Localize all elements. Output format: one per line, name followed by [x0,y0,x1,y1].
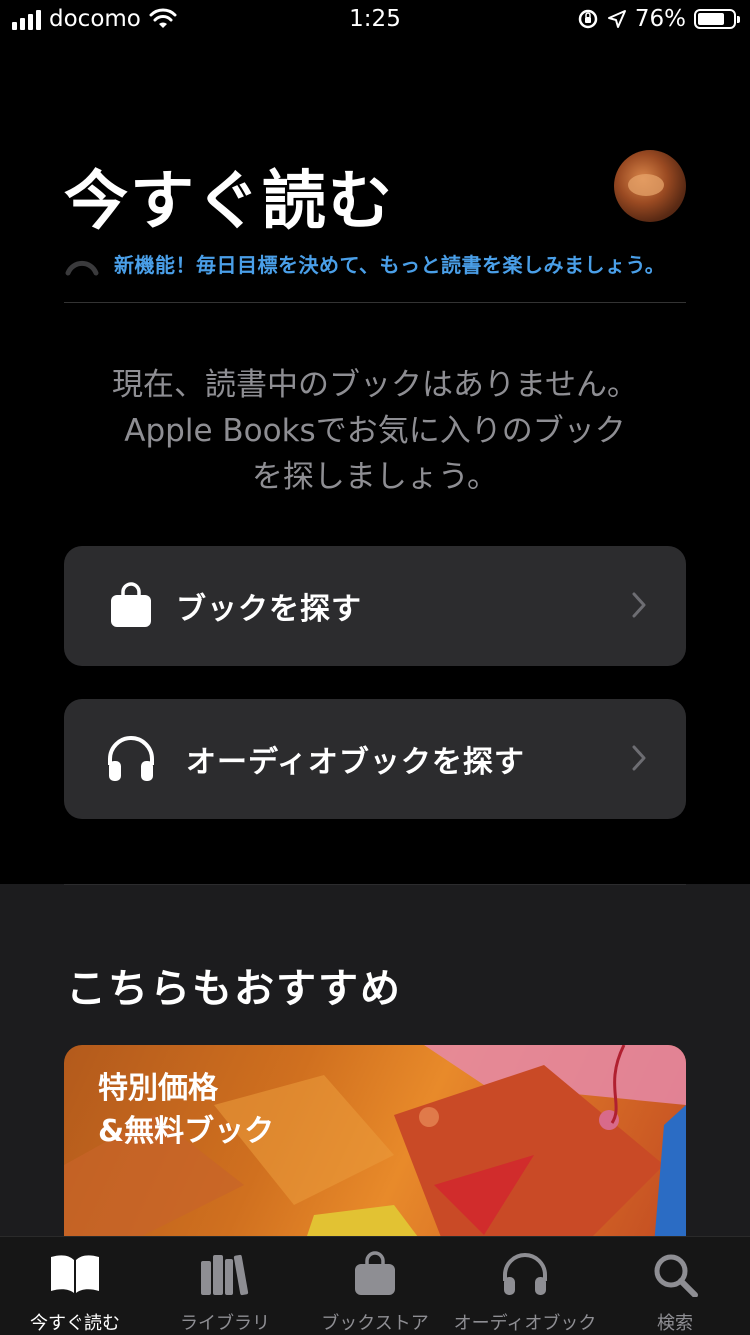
reading-goal-ring-icon [65,260,99,276]
tab-reading-now[interactable]: 今すぐ読む [0,1237,150,1335]
tab-label: オーディオブック [453,1313,597,1334]
search-icon [654,1254,698,1297]
location-arrow-icon [607,10,626,28]
tab-book-store[interactable]: ブックストア [300,1237,450,1335]
chevron-right-icon [632,745,646,771]
tab-label: 今すぐ読む [30,1313,120,1334]
avatar[interactable] [614,150,686,222]
orientation-lock-icon [578,9,598,29]
empty-state-message: 現在、読書中のブックはありません。Apple Booksでお気に入りのブックを探… [111,367,639,495]
divider [64,884,686,885]
tab-search[interactable]: 検索 [600,1237,750,1335]
shopping-bag-icon [111,582,151,627]
recommend-title: こちらもおすすめ [66,966,402,1012]
shopping-bag-icon [355,1251,395,1295]
browse-audiobooks-button[interactable]: オーディオブックを探す [64,699,686,819]
reading-goal-text[interactable]: 新機能！毎日目標を決めて、もっと読書を楽しみましょう。 [114,249,665,278]
tab-label: 検索 [657,1313,693,1334]
library-icon [201,1254,249,1296]
tab-bar: 今すぐ読む ライブラリ ブックストア オーディオブック 検索 [0,1236,750,1335]
divider [64,302,686,303]
headphones-icon [503,1253,547,1295]
special-offer-card[interactable]: 特別価格 &無料ブック [64,1045,686,1245]
battery-icon [694,9,740,29]
open-book-icon [51,1255,99,1293]
tab-label: ライブラリ [180,1313,270,1334]
tab-library[interactable]: ライブラリ [150,1237,300,1335]
page-title: 今すぐ読む [64,165,394,239]
headphones-icon [108,736,154,781]
chevron-right-icon [632,592,646,618]
reading-goal-banner[interactable]: 新機能！毎日目標を決めて、もっと読書を楽しみましょう。 [64,245,665,281]
special-offer-title: 特別価格 &無料ブック [98,1071,275,1149]
tab-label: ブックストア [321,1313,429,1334]
tab-audiobooks[interactable]: オーディオブック [450,1237,600,1335]
battery-percent: 76% [634,6,686,32]
browse-books-label: ブックを探す [176,592,362,627]
browse-audiobooks-label: オーディオブックを探す [186,745,525,780]
status-bar: docomo 1:25 76% [0,0,750,40]
browse-books-button[interactable]: ブックを探す [64,546,686,666]
